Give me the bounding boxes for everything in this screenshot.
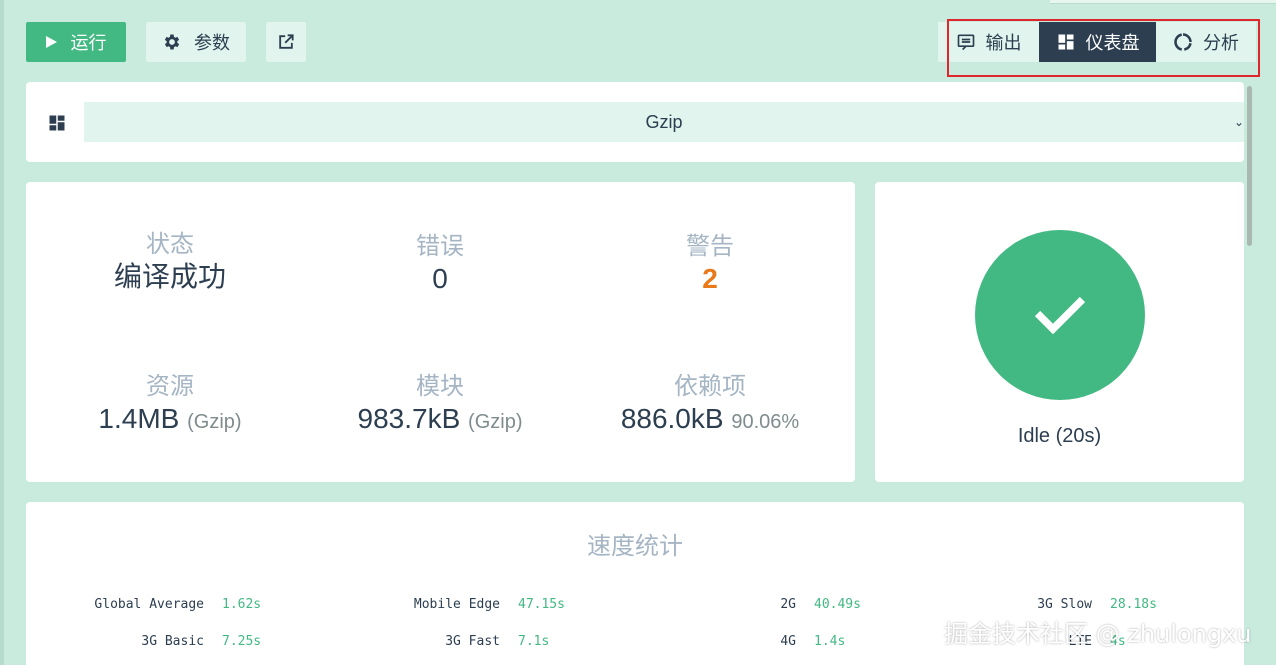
speed-item: 3G Fast 7.1s (370, 633, 549, 651)
speed-item-value: 47.15s (518, 597, 565, 612)
speed-item: 3G Basic 7.25s (76, 633, 261, 651)
left-edge (0, 0, 4, 665)
stat-assets-sub: (Gzip) (187, 411, 242, 433)
stat-warnings: 警告 2 (590, 232, 830, 296)
build-status-panel: Idle (20s) (875, 182, 1244, 482)
stat-errors: 错误 0 (320, 232, 560, 296)
stat-modules-value: 983.7kB (357, 403, 461, 434)
speed-item: Global Average 1.62s (76, 596, 261, 614)
tab-output[interactable]: 输出 (938, 22, 1039, 62)
speed-title: 速度统计 (587, 533, 683, 560)
status-text: Idle (20s) (1017, 425, 1102, 447)
speed-item-name: 3G Fast (445, 634, 500, 649)
stat-assets-value: 1.4MB (98, 403, 180, 434)
tab-dashboard-label: 仪表盘 (1085, 33, 1140, 53)
stat-dependencies: 依赖项 886.0kB 90.06% (590, 372, 830, 439)
external-link-icon (279, 34, 294, 49)
chevron-down-icon: ⌄ (1233, 115, 1244, 129)
view-switcher: 输出 仪表盘 分析 (938, 22, 1256, 62)
speed-item-name: Mobile Edge (413, 597, 500, 612)
tab-dashboard[interactable]: 仪表盘 (1039, 22, 1156, 62)
stat-modules: 模块 983.7kB (Gzip) (320, 372, 560, 439)
compression-select[interactable]: Gzip ⌄ (84, 102, 1244, 142)
run-label: 运行 (70, 33, 107, 53)
speed-item-name: 2G (780, 597, 796, 612)
speed-item-value: 7.1s (518, 634, 550, 649)
speed-item: 4G 1.4s (666, 633, 845, 651)
play-icon (45, 36, 57, 48)
stat-errors-value: 0 (432, 263, 448, 294)
speed-item-value: 1.4s (814, 634, 846, 649)
donut-chart-icon (1174, 33, 1192, 51)
speed-item-value: 1.62s (222, 597, 262, 612)
speed-item-name: 4G (780, 634, 796, 649)
dashboard-icon (49, 115, 65, 131)
check-icon (1034, 296, 1086, 335)
stat-errors-label: 错误 (416, 233, 464, 260)
speed-item-value: 40.49s (814, 597, 861, 612)
stat-assets-label: 资源 (146, 373, 194, 400)
gear-icon (164, 34, 180, 50)
compression-select-panel: Gzip ⌄ (26, 82, 1244, 162)
tab-output-label: 输出 (985, 33, 1022, 53)
stat-assets: 资源 1.4MB (Gzip) (50, 372, 290, 439)
stat-status-value: 编译成功 (113, 261, 226, 292)
stat-modules-sub: (Gzip) (468, 411, 523, 433)
stat-status: 状态 编译成功 (50, 230, 290, 294)
stat-deps-label: 依赖项 (674, 373, 746, 400)
params-label: 参数 (194, 33, 230, 53)
params-button[interactable]: 参数 (146, 22, 246, 62)
stat-modules-label: 模块 (416, 373, 464, 400)
speed-item-name: 3G Basic (141, 634, 204, 649)
stats-panel: 状态 编译成功 错误 0 警告 2 资源 1.4MB (Gzip) 模块 983… (26, 182, 855, 482)
tab-analysis-label: 分析 (1203, 33, 1239, 53)
stat-deps-value: 886.0kB (620, 403, 724, 434)
speed-item-value: 7.25s (222, 634, 262, 649)
scrollbar-thumb[interactable] (1247, 86, 1252, 246)
stat-status-label: 状态 (146, 231, 194, 258)
speed-item-name: 3G Slow (1037, 597, 1092, 612)
open-in-new-window-button[interactable] (266, 22, 306, 62)
stat-warnings-value: 2 (702, 263, 718, 294)
message-icon (957, 34, 974, 51)
status-indicator (975, 230, 1145, 400)
speed-item: 2G 40.49s (666, 596, 861, 614)
watermark: 掘金技术社区 @ zhulongxu (944, 620, 1252, 648)
speed-item: 3G Slow 28.18s (962, 596, 1157, 614)
run-button[interactable]: 运行 (26, 22, 126, 62)
stat-warnings-label: 警告 (686, 233, 734, 260)
speed-item: Mobile Edge 47.15s (370, 596, 565, 614)
top-bar-fragment (1050, 0, 1276, 4)
dashboard-icon (1058, 34, 1073, 50)
stat-deps-sub: 90.06% (731, 411, 800, 433)
compression-select-value: Gzip (645, 111, 683, 132)
speed-item-value: 28.18s (1110, 597, 1157, 612)
speed-item-name: Global Average (94, 597, 204, 612)
tab-analysis[interactable]: 分析 (1156, 22, 1256, 62)
